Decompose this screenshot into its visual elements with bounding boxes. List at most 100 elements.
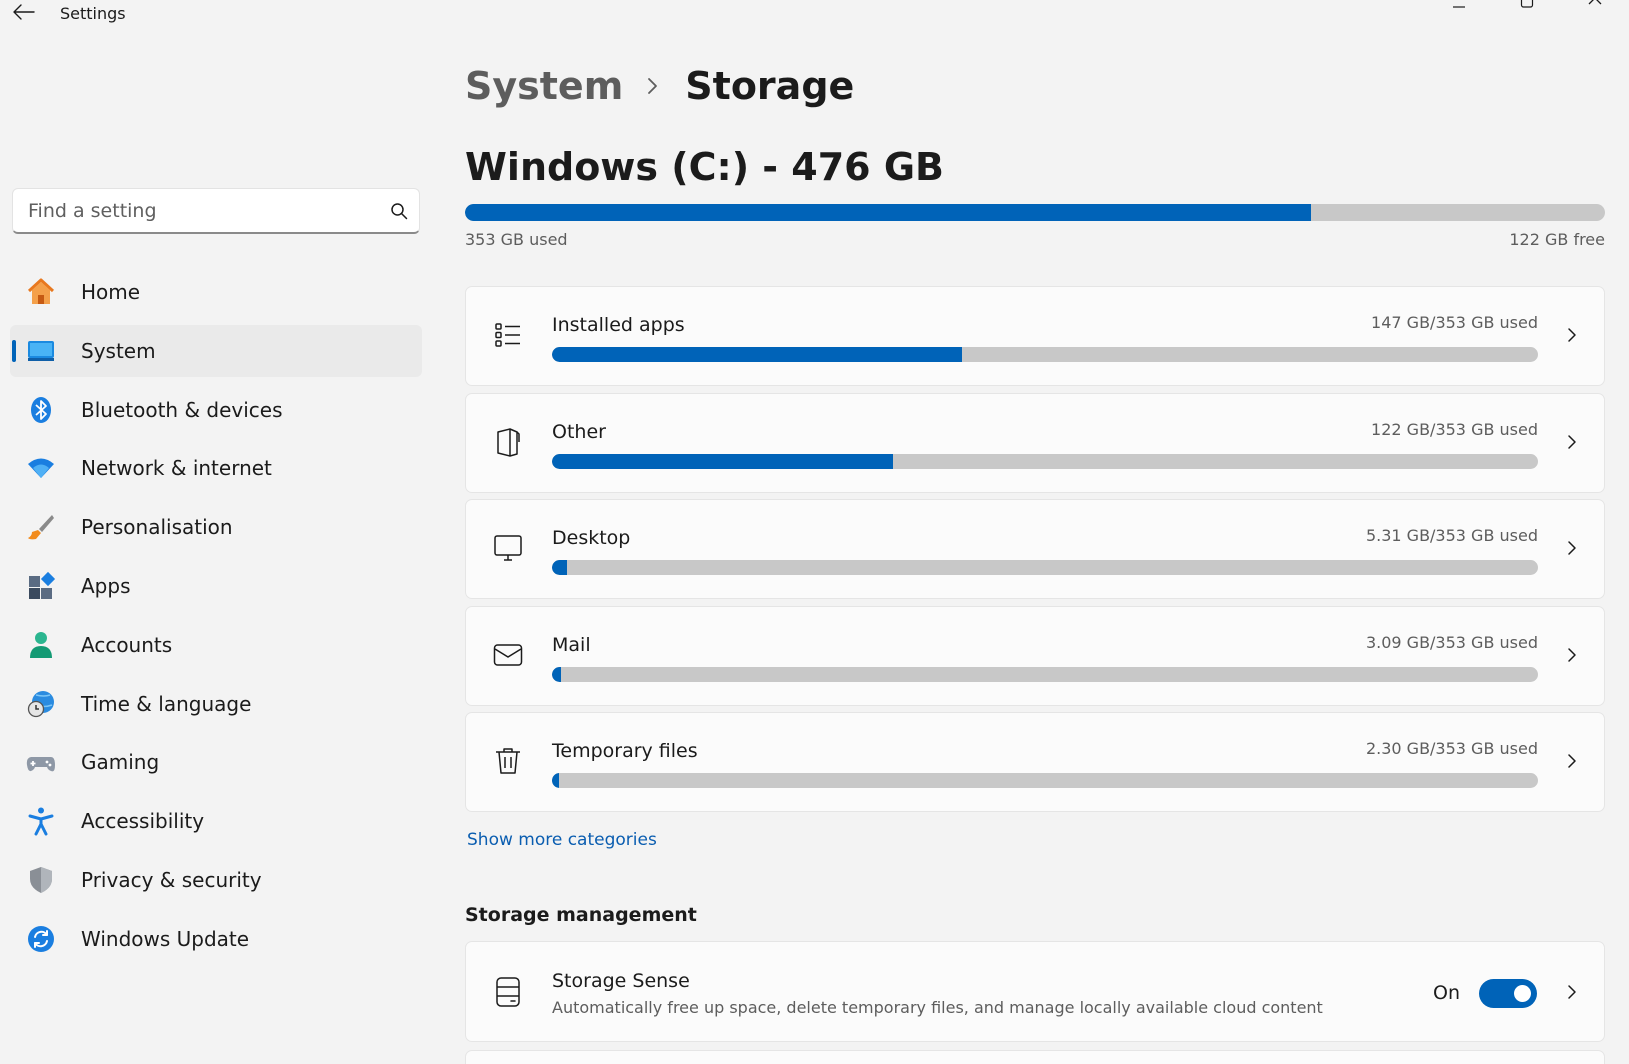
storage-sense-description: Automatically free up space, delete temp… <box>552 998 1323 1017</box>
category-desktop[interactable]: Desktop 5.31 GB/353 GB used <box>465 499 1605 599</box>
drive-free-label: 122 GB free <box>1509 230 1605 249</box>
category-usage-bar <box>552 560 1538 575</box>
close-button[interactable] <box>1561 0 1629 12</box>
list-icon <box>490 317 526 353</box>
desktop-icon <box>490 530 526 566</box>
maximize-icon <box>1520 0 1534 12</box>
storage-sense-card[interactable]: Storage Sense Automatically free up spac… <box>465 941 1605 1042</box>
category-usage-bar <box>552 347 1538 362</box>
category-usage: 3.09 GB/353 GB used <box>1365 632 1538 652</box>
category-usage-bar <box>552 453 1538 469</box>
arrow-left-icon <box>13 4 35 24</box>
drive-used-label: 353 GB used <box>465 230 568 249</box>
show-more-categories-link[interactable]: Show more categories <box>467 830 657 850</box>
toggle-knob <box>1514 985 1531 1002</box>
sidebar-item-bluetooth[interactable]: Bluetooth & devices <box>10 384 422 436</box>
window-controls <box>1425 0 1629 12</box>
minimize-icon <box>1452 0 1466 12</box>
update-icon <box>25 923 57 955</box>
search-box <box>12 188 420 234</box>
sidebar-item-label: Accounts <box>81 632 173 657</box>
category-usage-fill <box>552 560 567 575</box>
wifi-icon <box>25 452 57 484</box>
category-usage: 122 GB/353 GB used <box>1371 419 1538 439</box>
chevron-right-icon <box>1564 982 1580 1002</box>
sidebar-item-accessibility[interactable]: Accessibility <box>10 795 422 847</box>
category-usage-fill <box>552 453 894 469</box>
sidebar-nav: Home System Bluetooth & devices Network … <box>10 266 422 972</box>
category-usage: 5.31 GB/353 GB used <box>1365 526 1538 545</box>
sidebar-item-windows-update[interactable]: Windows Update <box>10 913 422 965</box>
category-usage-fill <box>552 773 559 788</box>
category-installed-apps[interactable]: Installed apps 147 GB/353 GB used <box>465 286 1605 386</box>
sidebar-item-label: Home <box>81 280 141 304</box>
category-name: Mail <box>552 633 591 656</box>
storage-category-list: Installed apps 147 GB/353 GB used Other … <box>465 286 1605 819</box>
toggle-state-label: On <box>1433 982 1460 1004</box>
title-bar: Settings <box>0 0 1629 32</box>
sidebar-item-label: Network & internet <box>81 456 272 481</box>
system-monitor-icon <box>25 335 57 367</box>
category-usage: 2.30 GB/353 GB used <box>1365 739 1538 758</box>
sidebar-item-personalisation[interactable]: Personalisation <box>10 501 422 553</box>
bluetooth-icon <box>25 394 57 426</box>
chevron-right-icon <box>647 77 659 95</box>
sidebar-item-label: Apps <box>81 573 131 598</box>
maximize-button[interactable] <box>1493 0 1561 12</box>
back-button[interactable] <box>10 2 38 26</box>
breadcrumb: System Storage <box>465 64 854 108</box>
sidebar-item-system[interactable]: System <box>10 324 422 377</box>
app-title: Settings <box>60 4 126 23</box>
sidebar-item-home[interactable]: Home <box>10 266 422 318</box>
category-usage-bar <box>552 666 1538 682</box>
sidebar-item-label: Personalisation <box>81 515 233 540</box>
storage-management-heading: Storage management <box>465 904 697 926</box>
trash-icon <box>490 743 526 779</box>
sidebar-item-privacy-security[interactable]: Privacy & security <box>10 854 422 906</box>
category-temporary-files[interactable]: Temporary files 2.30 GB/353 GB used <box>465 712 1605 812</box>
sidebar-item-accounts[interactable]: Accounts <box>10 619 422 671</box>
storage-sense-title: Storage Sense <box>552 970 690 992</box>
chevron-right-icon <box>1564 645 1580 665</box>
sidebar-item-label: Accessibility <box>81 809 205 834</box>
accessibility-icon <box>25 805 57 837</box>
search-icon[interactable] <box>379 202 419 220</box>
chevron-right-icon <box>1564 432 1580 452</box>
sidebar-item-network[interactable]: Network & internet <box>10 442 422 494</box>
category-mail[interactable]: Mail 3.09 GB/353 GB used <box>465 605 1605 706</box>
drive-usage-bar <box>465 204 1605 221</box>
document-icon <box>490 424 526 460</box>
apps-icon <box>25 570 57 602</box>
category-usage-fill <box>552 347 963 362</box>
gamepad-icon <box>25 746 57 778</box>
paintbrush-icon <box>25 511 57 543</box>
category-name: Installed apps <box>552 314 685 336</box>
sidebar-item-gaming[interactable]: Gaming <box>10 736 422 788</box>
storage-sense-toggle[interactable] <box>1479 979 1537 1008</box>
chevron-right-icon <box>1564 325 1580 345</box>
chevron-right-icon <box>1564 751 1580 771</box>
sidebar-item-label: Time & language <box>81 691 252 716</box>
minimize-button[interactable] <box>1425 0 1493 12</box>
sidebar-item-apps[interactable]: Apps <box>10 560 422 612</box>
globe-clock-icon <box>25 688 57 720</box>
sidebar-item-label: System <box>81 338 156 363</box>
shield-icon <box>25 864 57 896</box>
storage-management-card[interactable] <box>465 1050 1605 1064</box>
sidebar-item-label: Privacy & security <box>81 867 262 892</box>
drive-usage-fill <box>465 204 1311 221</box>
category-name: Other <box>552 420 606 443</box>
category-usage-fill <box>552 666 561 682</box>
page-title: Storage <box>685 64 855 108</box>
mail-icon <box>490 637 526 673</box>
category-usage: 147 GB/353 GB used <box>1371 313 1538 332</box>
sidebar-item-time-language[interactable]: Time & language <box>10 678 422 730</box>
search-input[interactable] <box>13 189 379 232</box>
person-icon <box>25 629 57 661</box>
category-name: Temporary files <box>552 740 698 762</box>
category-other[interactable]: Other 122 GB/353 GB used <box>465 392 1605 493</box>
settings-window: Settings Find a setting Home System Blue… <box>0 0 1629 1064</box>
breadcrumb-parent[interactable]: System <box>465 64 623 108</box>
category-name: Desktop <box>552 527 631 549</box>
chevron-right-icon <box>1564 538 1580 558</box>
